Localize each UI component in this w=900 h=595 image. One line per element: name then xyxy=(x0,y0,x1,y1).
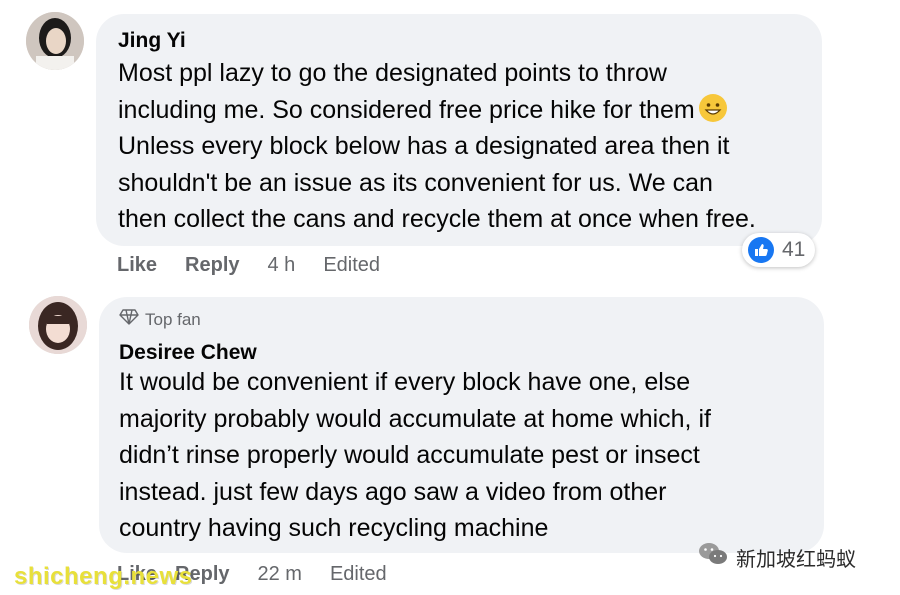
edited-label: Edited xyxy=(323,254,381,276)
reaction-count-pill[interactable]: 41 xyxy=(742,233,816,267)
reply-button[interactable]: Reply xyxy=(185,254,239,277)
avatar-jing-yi[interactable] xyxy=(26,12,84,70)
avatar-desiree-chew[interactable] xyxy=(29,296,87,354)
comment-line: It would be convenient if every block ha… xyxy=(119,368,691,396)
watermark-site: shicheng.news xyxy=(14,563,193,590)
comment-actions-1: Like Reply 4 h Edited xyxy=(117,254,380,277)
top-fan-badge: Top fan xyxy=(119,309,201,330)
comment-line: shouldn't be an issue as its convenient … xyxy=(118,168,713,197)
watermark-account-name: 新加坡红蚂蚁 xyxy=(736,548,856,571)
top-fan-label: Top fan xyxy=(145,309,201,329)
reaction-count: 41 xyxy=(782,238,806,261)
timestamp[interactable]: 4 h xyxy=(268,254,296,277)
comment-line: including me. So considered free price h… xyxy=(118,92,756,129)
like-button[interactable]: Like xyxy=(117,254,157,277)
comment-line: then collect the cans and recycle them a… xyxy=(118,205,756,233)
edited-label: Edited xyxy=(329,563,387,585)
comment-line: Unless every block below has a designate… xyxy=(118,132,730,160)
comment-bubble-1: Jing Yi Most ppl lazy to go the designat… xyxy=(96,14,822,246)
comment-author[interactable]: Jing Yi xyxy=(118,29,186,53)
thumbs-up-icon xyxy=(748,237,774,263)
comment-text: It would be convenient if every block ha… xyxy=(119,364,711,547)
timestamp[interactable]: 22 m xyxy=(258,563,302,586)
comment-line: didn’t rinse properly would accumulate p… xyxy=(119,441,700,469)
comment-line: majority probably would accumulate at ho… xyxy=(119,404,711,433)
comment-line: country having such recycling machine xyxy=(119,514,549,542)
diamond-icon xyxy=(119,309,139,330)
avatar-image xyxy=(29,296,87,354)
comment-bubble-2: Top fan Desiree Chew It would be conveni… xyxy=(99,297,824,553)
avatar-image xyxy=(26,12,84,70)
grinning-face-icon xyxy=(698,93,727,122)
comment-line: Most ppl lazy to go the designated point… xyxy=(118,59,667,87)
wechat-icon xyxy=(698,541,728,573)
comment-line: instead. just few days ago saw a video f… xyxy=(119,477,667,506)
watermark-account: 新加坡红蚂蚁 xyxy=(698,541,856,573)
comment-text: Most ppl lazy to go the designated point… xyxy=(118,55,756,238)
comment-author[interactable]: Desiree Chew xyxy=(119,341,257,365)
